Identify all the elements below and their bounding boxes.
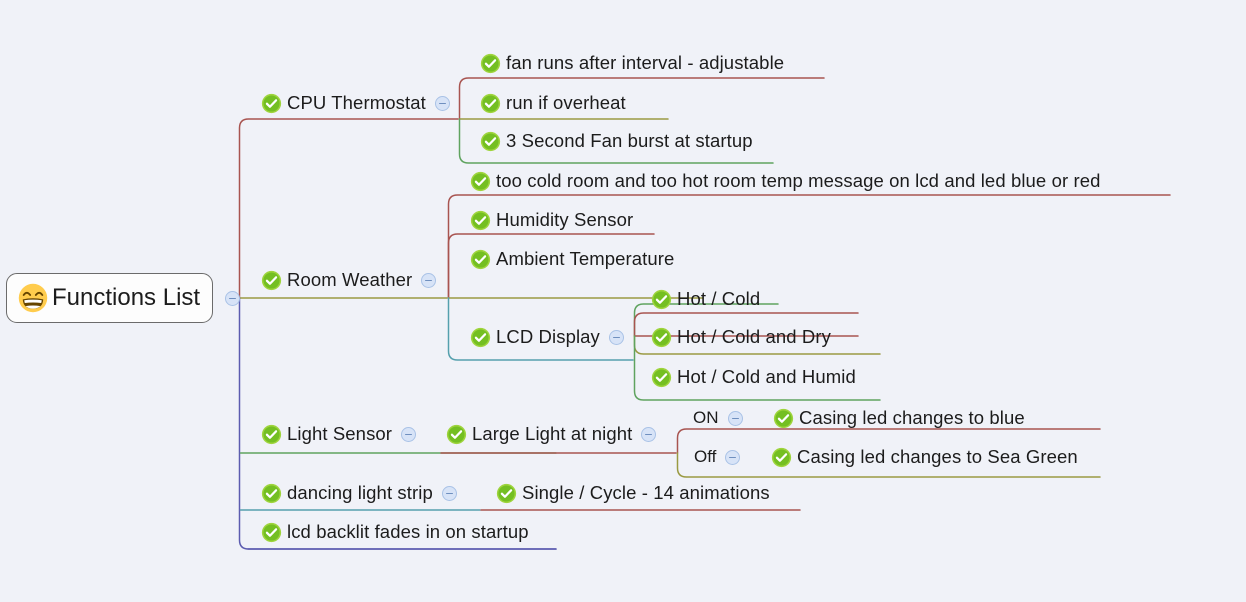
- node-fan-interval[interactable]: fan runs after interval - adjustable: [480, 48, 784, 78]
- node-label: too cold room and too hot room temp mess…: [496, 169, 1101, 191]
- node-light-sensor[interactable]: Light Sensor: [261, 419, 417, 449]
- node-label: Hot / Cold and Dry: [677, 325, 831, 347]
- green-check-circle-icon: [470, 171, 491, 192]
- grinning-face-with-smiling-eyes-icon: [17, 282, 49, 314]
- collapse-toggle-large-light[interactable]: [641, 426, 657, 442]
- collapse-toggle-light-sensor[interactable]: [401, 426, 417, 442]
- node-label: run if overheat: [506, 91, 626, 113]
- collapse-toggle-on[interactable]: [727, 410, 743, 426]
- green-check-circle-icon: [261, 93, 282, 114]
- node-fan-burst[interactable]: 3 Second Fan burst at startup: [480, 126, 753, 156]
- node-label: Ambient Temperature: [496, 247, 675, 269]
- node-label: Light Sensor: [287, 422, 393, 444]
- green-check-circle-icon: [651, 367, 672, 388]
- green-check-circle-icon: [470, 327, 491, 348]
- mindmap-canvas: Functions List CPU Thermostat fan runs a…: [0, 0, 1246, 602]
- collapse-toggle-off[interactable]: [725, 449, 741, 465]
- node-too-cold-too-hot[interactable]: too cold room and too hot room temp mess…: [470, 166, 1101, 196]
- node-label: LCD Display: [496, 325, 600, 347]
- node-room-weather[interactable]: Room Weather: [261, 265, 437, 295]
- node-lcd-display[interactable]: LCD Display: [470, 322, 624, 352]
- collapse-toggle-room-weather[interactable]: [421, 272, 437, 288]
- node-off[interactable]: Off: [694, 442, 741, 472]
- green-check-circle-icon: [261, 424, 282, 445]
- collapse-toggle-cpu-thermostat[interactable]: [434, 95, 450, 111]
- node-label: Single / Cycle - 14 animations: [522, 481, 770, 503]
- node-casing-led-blue[interactable]: Casing led changes to blue: [773, 403, 1025, 433]
- node-casing-led-sea-green[interactable]: Casing led changes to Sea Green: [771, 442, 1078, 472]
- node-label: ON: [693, 408, 719, 427]
- green-check-circle-icon: [480, 93, 501, 114]
- node-humidity-sensor[interactable]: Humidity Sensor: [470, 205, 633, 235]
- green-check-circle-icon: [651, 289, 672, 310]
- node-on[interactable]: ON: [693, 403, 743, 433]
- node-cpu-thermostat[interactable]: CPU Thermostat: [261, 88, 450, 118]
- node-label: Room Weather: [287, 268, 413, 290]
- node-label: Humidity Sensor: [496, 208, 634, 230]
- green-check-circle-icon: [470, 210, 491, 231]
- node-label: 3 Second Fan burst at startup: [506, 129, 753, 151]
- green-check-circle-icon: [261, 522, 282, 543]
- green-check-circle-icon: [771, 447, 792, 468]
- node-label: Large Light at night: [472, 422, 633, 444]
- node-label: lcd backlit fades in on startup: [287, 520, 529, 542]
- node-label: dancing light strip: [287, 481, 433, 503]
- green-check-circle-icon: [261, 270, 282, 291]
- node-ambient-temperature[interactable]: Ambient Temperature: [470, 244, 674, 274]
- green-check-circle-icon: [480, 53, 501, 74]
- green-check-circle-icon: [496, 483, 517, 504]
- node-hot-cold-humid[interactable]: Hot / Cold and Humid: [651, 362, 856, 392]
- green-check-circle-icon: [480, 131, 501, 152]
- node-label: CPU Thermostat: [287, 91, 426, 113]
- node-label: Casing led changes to Sea Green: [797, 445, 1078, 467]
- green-check-circle-icon: [773, 408, 794, 429]
- node-label: Hot / Cold and Humid: [677, 365, 856, 387]
- node-lcd-backlit[interactable]: lcd backlit fades in on startup: [261, 517, 529, 547]
- node-label: fan runs after interval - adjustable: [506, 51, 785, 73]
- green-check-circle-icon: [470, 249, 491, 270]
- node-hot-cold[interactable]: Hot / Cold: [651, 284, 760, 314]
- node-single-cycle[interactable]: Single / Cycle - 14 animations: [496, 478, 770, 508]
- node-large-light-at-night[interactable]: Large Light at night: [446, 419, 657, 449]
- node-label: Hot / Cold: [677, 287, 761, 309]
- node-dancing-light-strip[interactable]: dancing light strip: [261, 478, 457, 508]
- green-check-circle-icon: [651, 327, 672, 348]
- node-label: Off: [694, 447, 717, 466]
- collapse-toggle-root[interactable]: [225, 291, 240, 306]
- node-hot-cold-dry[interactable]: Hot / Cold and Dry: [651, 322, 831, 352]
- collapse-toggle-lcd-display[interactable]: [608, 329, 624, 345]
- node-run-if-overheat[interactable]: run if overheat: [480, 88, 626, 118]
- root-label: Functions List: [52, 284, 201, 311]
- collapse-toggle-dancing-light-strip[interactable]: [441, 485, 457, 501]
- node-label: Casing led changes to blue: [799, 406, 1025, 428]
- green-check-circle-icon: [261, 483, 282, 504]
- root-node[interactable]: Functions List: [6, 273, 214, 323]
- green-check-circle-icon: [446, 424, 467, 445]
